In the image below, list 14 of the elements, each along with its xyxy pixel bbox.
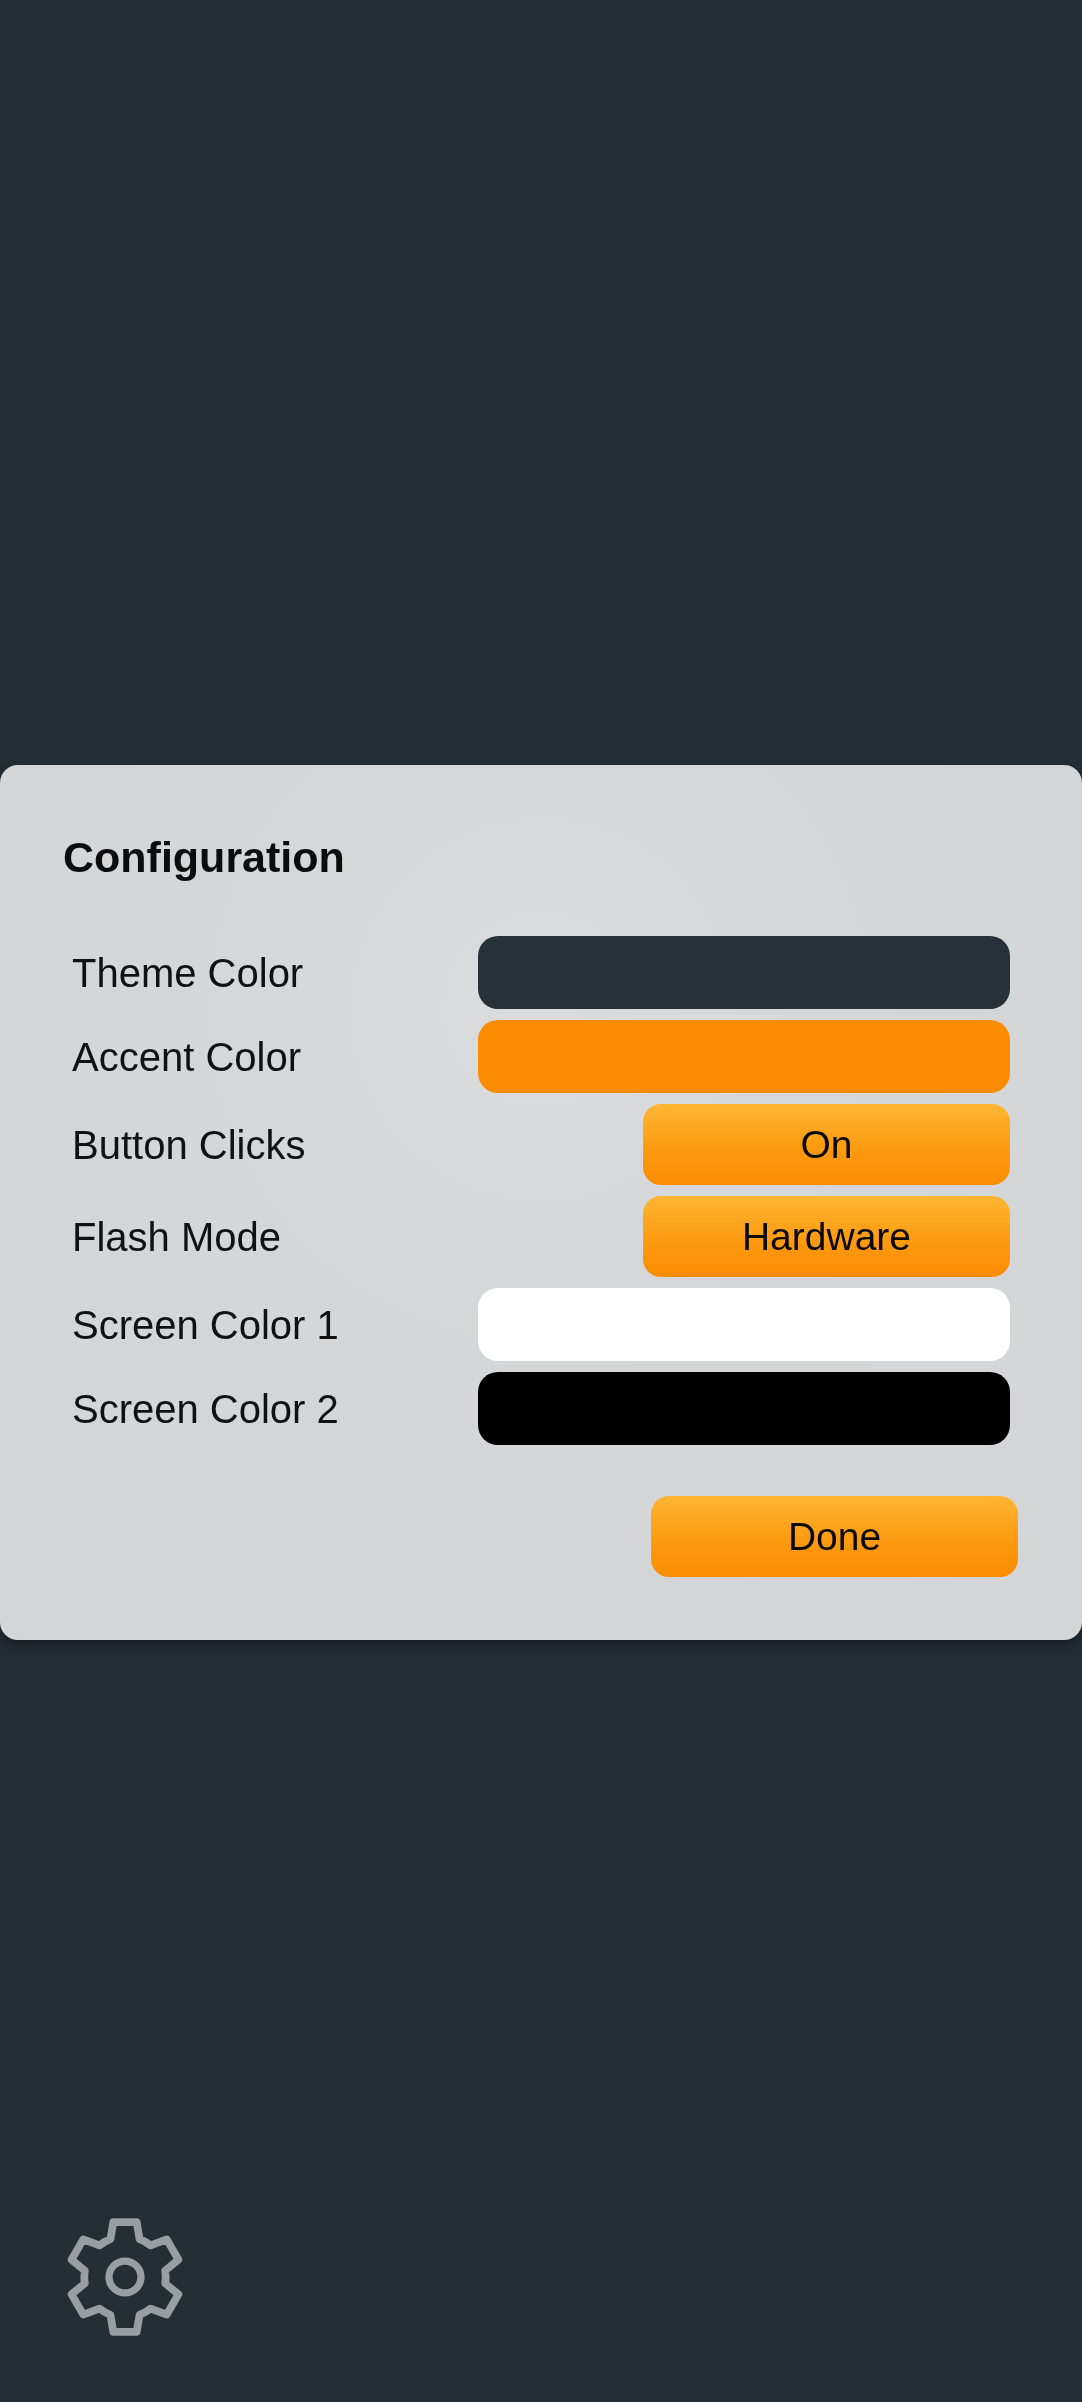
done-button[interactable]: Done [651,1496,1018,1577]
color-swatch[interactable] [478,1372,1010,1445]
setting-label: Theme Color [72,949,304,997]
dialog-title: Configuration [63,833,345,881]
option-button[interactable]: Hardware [643,1196,1010,1277]
option-button[interactable]: On [643,1104,1010,1185]
color-swatch[interactable] [478,1020,1010,1093]
color-swatch[interactable] [478,936,1010,1009]
setting-label: Accent Color [72,1033,301,1081]
setting-label: Screen Color 1 [72,1301,339,1349]
setting-label: Flash Mode [72,1213,281,1261]
setting-label: Screen Color 2 [72,1385,339,1433]
setting-label: Button Clicks [72,1121,306,1169]
color-swatch[interactable] [478,1288,1010,1361]
